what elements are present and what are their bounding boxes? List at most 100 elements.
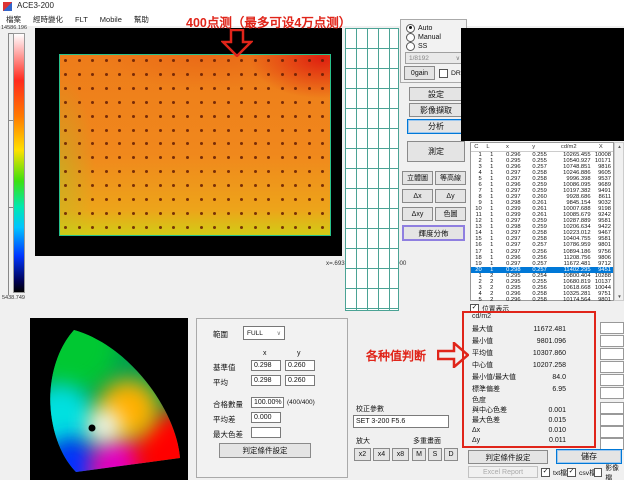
stat-row: Δx0.010 — [472, 425, 566, 435]
range-dropdown[interactable]: FULL ∨ — [243, 326, 285, 340]
measurement-point — [78, 212, 81, 215]
measurement-point — [227, 73, 230, 76]
measurement-point — [240, 115, 243, 118]
radio-manual[interactable]: Manual — [406, 33, 441, 41]
measurement-point — [132, 212, 135, 215]
scroll-down-icon[interactable]: ▼ — [616, 294, 623, 299]
measurement-point — [240, 156, 243, 159]
measurement-point — [200, 129, 203, 132]
measurement-point — [227, 170, 230, 173]
menu-flt[interactable]: FLT — [69, 15, 94, 24]
measurement-point — [254, 142, 257, 145]
position-display-checkbox[interactable]: ✓ 位置表示 — [470, 304, 509, 312]
measurement-point — [281, 115, 284, 118]
measurement-point — [227, 226, 230, 229]
measure-button[interactable]: 測定 — [407, 141, 465, 162]
txt-checkbox-box[interactable]: ✓ — [541, 468, 550, 477]
solid-view-button[interactable]: 立體圖 — [402, 171, 433, 185]
measurement-point — [64, 73, 67, 76]
txt-checkbox-label: txt檔 — [553, 467, 567, 477]
radio-ss-icon[interactable] — [406, 42, 415, 51]
table-cell: 5 — [471, 297, 483, 303]
radio-auto[interactable]: Auto — [406, 24, 432, 32]
reference-y-field[interactable]: 0.260 — [285, 360, 315, 371]
heatmap-panel[interactable] — [35, 28, 342, 256]
zero-gain-button[interactable]: 0gain — [404, 66, 435, 80]
image-file-checkbox[interactable]: 影像檔 — [594, 468, 624, 476]
position-checkbox-box[interactable]: ✓ — [470, 304, 479, 313]
menu-temporal[interactable]: 經時變化 — [27, 14, 69, 25]
multi-d-button[interactable]: D — [444, 448, 458, 461]
menu-help[interactable]: 幫助 — [128, 14, 155, 25]
menu-file[interactable]: 檔案 — [0, 14, 27, 25]
pass-percent-field: 100.00% — [251, 397, 284, 408]
analyze-button[interactable]: 分析 — [407, 119, 465, 134]
measurement-point — [118, 73, 121, 76]
measurement-point — [227, 198, 230, 201]
measurement-point — [145, 73, 148, 76]
measurement-point — [213, 226, 216, 229]
shutter-dropdown[interactable]: 1/8192 ∨ — [405, 52, 464, 64]
measurement-point — [294, 101, 297, 104]
radio-ss[interactable]: SS — [406, 42, 427, 50]
zoom-x2-button[interactable]: x2 — [354, 448, 371, 461]
white-point-marker — [89, 425, 96, 432]
measurement-point — [78, 73, 81, 76]
measurement-point — [159, 129, 162, 132]
settings-button[interactable]: 設定 — [409, 87, 463, 101]
measurement-point — [321, 142, 324, 145]
stat-value: 0.011 — [549, 437, 566, 444]
measurement-point — [321, 87, 324, 90]
csv-checkbox-box[interactable]: ✓ — [567, 468, 576, 477]
measurement-point — [267, 101, 270, 104]
measurement-point — [91, 115, 94, 118]
measurement-point — [200, 142, 203, 145]
colormap-button[interactable]: 色圖 — [435, 207, 466, 221]
measurement-point — [118, 115, 121, 118]
zoom-x8-button[interactable]: x8 — [392, 448, 409, 461]
judgment-result-box — [600, 322, 624, 334]
measurement-point — [78, 184, 81, 187]
average-y-field[interactable]: 0.260 — [285, 375, 315, 386]
dr-checkbox[interactable]: DR — [439, 69, 461, 77]
image-capture-button[interactable]: 影像擷取 — [409, 103, 463, 117]
csv-file-checkbox[interactable]: ✓ csv檔 — [567, 468, 596, 476]
measurement-point — [64, 142, 67, 145]
delta-y-button[interactable]: Δy — [435, 189, 466, 203]
measurement-point — [281, 87, 284, 90]
measurement-point — [145, 198, 148, 201]
contour-button[interactable]: 等高線 — [435, 171, 466, 185]
table-scrollbar[interactable]: ▲ ▼ — [614, 142, 624, 301]
txt-file-checkbox[interactable]: ✓ txt檔 — [541, 468, 567, 476]
scale-axis — [8, 33, 9, 295]
measurement-point — [281, 212, 284, 215]
grid-panel — [345, 28, 399, 311]
table-row[interactable]: 520.2960.25810174.5649801 — [471, 297, 613, 303]
average-x-field[interactable]: 0.298 — [251, 375, 281, 386]
measurement-point — [200, 184, 203, 187]
judgment-result-box — [600, 426, 624, 438]
reference-x-field[interactable]: 0.298 — [251, 360, 281, 371]
measurement-point — [186, 198, 189, 201]
excel-report-button[interactable]: Excel Report — [468, 466, 538, 478]
delta-xy-button[interactable]: Δxy — [402, 207, 433, 221]
measurement-point — [186, 170, 189, 173]
menu-mobile[interactable]: Mobile — [94, 15, 128, 24]
radio-auto-icon[interactable] — [406, 24, 415, 33]
delta-x-button[interactable]: Δx — [402, 189, 433, 203]
judgment-condition-button[interactable]: 判定條件設定 — [468, 450, 548, 464]
multi-m-button[interactable]: M — [412, 448, 426, 461]
measurement-point — [254, 156, 257, 159]
stat-label: 中心值 — [472, 360, 493, 370]
measurement-table[interactable]: C L x y cd/m2 X 110.2960.25510265.455100… — [470, 142, 614, 301]
image-checkbox-box[interactable] — [594, 468, 602, 477]
dr-checkbox-box[interactable] — [439, 69, 448, 78]
measurement-point — [64, 198, 67, 201]
multi-s-button[interactable]: S — [428, 448, 442, 461]
scroll-up-icon[interactable]: ▲ — [616, 144, 623, 149]
radio-manual-icon[interactable] — [406, 33, 415, 42]
calibration-field[interactable]: SET 3-200 F5.6 — [353, 415, 449, 428]
range-judgment-button[interactable]: 判定條件設定 — [219, 443, 311, 458]
luminance-distribution-button[interactable]: 輝度分佈 — [402, 225, 465, 241]
zoom-x4-button[interactable]: x4 — [373, 448, 390, 461]
